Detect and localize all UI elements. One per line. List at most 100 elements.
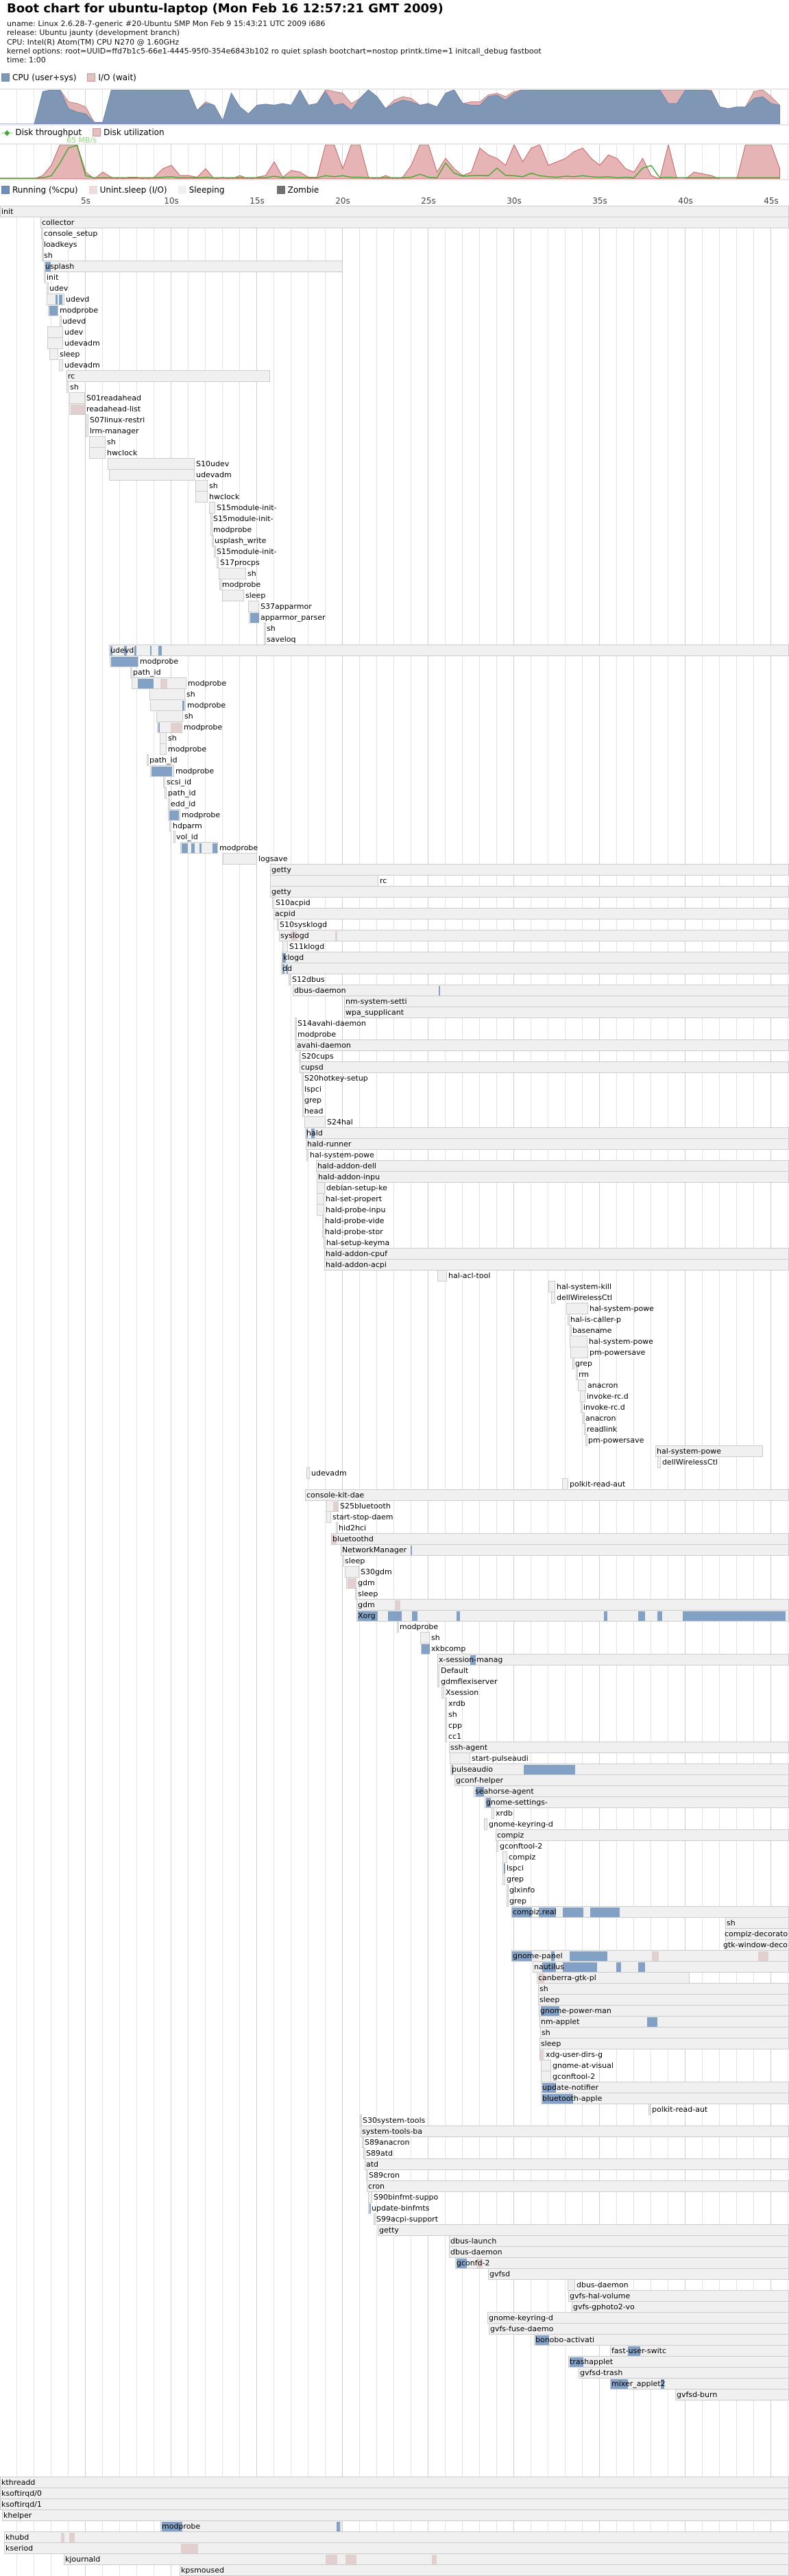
process-row: nautilus [0,1961,789,1973]
process-label: apparmor_parser [260,613,326,622]
process-bar [421,1643,430,1654]
process-bar [538,1994,789,2006]
process-row: sh [0,1709,789,1720]
cpu-legend-label: CPU (user+sys) [12,73,77,82]
process-label: lspci [304,1085,321,1094]
process-row: dbus-launch [0,2235,789,2247]
process-label: rm [579,1370,590,1379]
cpu-running-segment [158,723,160,732]
process-bar [47,282,49,294]
process-label: gvfsd-burn [677,2390,718,2399]
process-bar [0,2488,789,2499]
process-bar [322,1226,324,1238]
process-label: udevadm [196,470,232,479]
process-row: hal-system-powe [0,1149,789,1161]
process-row: sleep [0,590,789,601]
io-wait-segment [758,1951,768,1961]
process-row: modprobe [0,655,789,667]
process-label: logsave [258,854,288,863]
process-label: dellWirelessCtl [557,1293,612,1302]
io-wait-segment [335,931,337,941]
process-label: getty [271,887,291,896]
process-row: getty [0,864,789,876]
time-tick-label: 35s [592,196,607,206]
process-row: kjournald [0,2553,789,2565]
process-row: modprobe [0,743,789,755]
process-bar [270,886,789,898]
cpu-info: CPU: Intel(R) Atom(TM) CPU N270 @ 1.60GH… [7,38,180,47]
process-label: console_setup [44,229,98,238]
process-row: S01readahead [0,392,789,404]
sleeping-legend-label: Sleeping [189,185,225,195]
time-tick-label: 10s [164,196,179,206]
process-row: hald-addon-acpi [0,1259,789,1271]
process-row: usplash [0,261,789,272]
process-bar [150,699,186,711]
process-label: udevadm [64,361,100,370]
process-bar [361,2126,789,2137]
process-row: sh [0,436,789,448]
process-row: S89atd [0,2147,789,2159]
process-row: modprobe [0,304,789,316]
process-bar [89,436,106,448]
process-label: nm-system-setti [345,997,407,1006]
process-bar [583,1412,585,1424]
process-bar [209,502,215,514]
process-label: hal-system-powe [589,1337,653,1346]
process-row: xdg-user-dirs-g [0,2049,789,2060]
process-row: sleep [0,1588,789,1600]
process-bar [281,963,789,974]
process-bar [108,458,195,470]
process-bar [270,875,378,887]
process-row: hald [0,1127,789,1139]
process-label: gvfs-fuse-daemo [490,2324,554,2333]
cpu-running-segment [683,1611,786,1621]
process-bar [306,1138,789,1150]
process-row: S15module-init- [0,546,789,557]
process-row: gnome-panel [0,1950,789,1962]
time-tick-label: 20s [335,196,350,206]
process-row: lspci [0,1862,789,1874]
process-label: udevd [62,317,86,326]
process-row: bluetoothd [0,1533,789,1545]
process-row: wpa_supplicant [0,1007,789,1018]
process-bar [572,1358,574,1369]
cpu-running-segment [439,986,440,996]
process-row: xkbcomp [0,1643,789,1654]
process-label: pulseaudio [452,1765,493,1774]
process-row: modprobe [0,1621,789,1633]
process-label: klogd [283,953,304,962]
process-label: sh [184,712,193,721]
process-row: hal-system-powe [0,1336,789,1347]
process-bar [223,853,257,865]
process-row: canberra-gtk-pl [0,1972,789,1984]
process-row: compiz [0,1851,789,1863]
process-row: gnome-at-visual [0,2060,789,2071]
process-label: edd_id [171,799,196,808]
process-label: system-tools-ba [362,2127,422,2136]
process-bar [169,820,171,832]
process-label: pm-powersave [590,1348,646,1357]
process-label: S01readahead [86,394,141,402]
process-label: fast-user-switc [611,2346,667,2355]
process-label: saveloq [267,635,296,644]
process-bar [279,930,789,941]
process-label: hald [306,1129,323,1137]
io-wait-segment [395,1600,400,1610]
process-bar [41,228,43,239]
process-bar [295,1039,789,1051]
process-bar [568,1314,570,1325]
process-bar [305,1127,789,1139]
process-bar [264,634,266,645]
process-bar [324,1259,789,1271]
process-row: S30gdm [0,1566,789,1578]
process-bar [272,897,274,908]
process-bar [539,2038,789,2049]
process-row: hal-acl-tool [0,1270,789,1281]
io-legend-label: I/O (wait) [98,73,136,82]
time-tick-label: 40s [678,196,693,206]
process-row: rm [0,1369,789,1380]
process-bar [299,1050,301,1062]
process-row: console_setup [0,228,789,239]
process-row: S99acpi-support [0,2213,789,2225]
